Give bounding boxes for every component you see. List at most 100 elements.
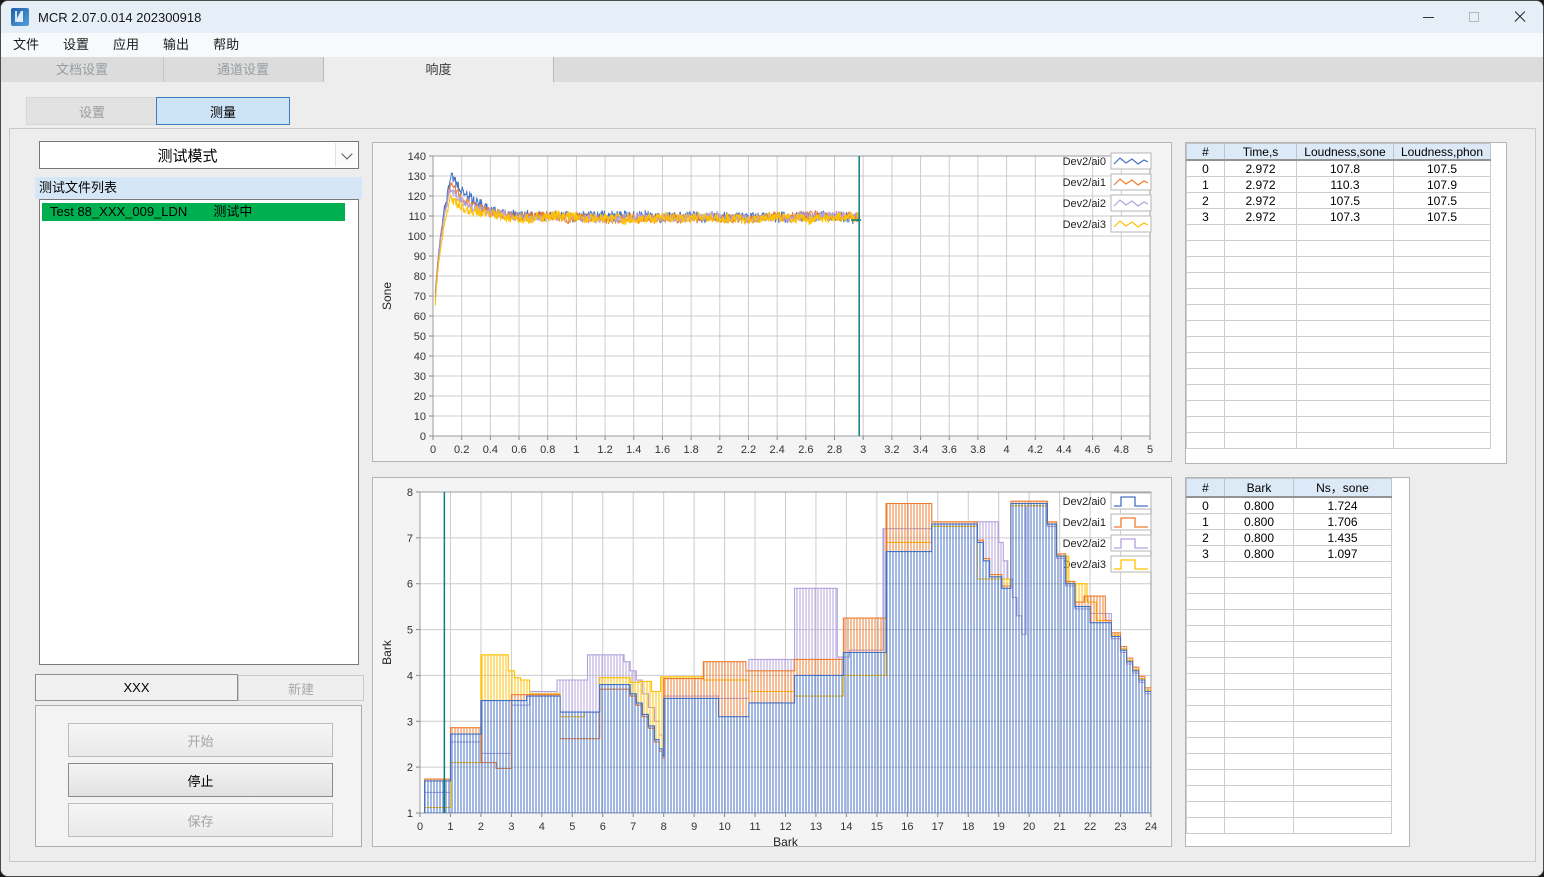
new-button[interactable]: 新建 xyxy=(238,675,364,701)
table-cell xyxy=(1186,336,1225,353)
table-row[interactable] xyxy=(1186,577,1409,594)
table-row[interactable] xyxy=(1186,336,1506,353)
table-row[interactable] xyxy=(1186,304,1506,321)
table-row[interactable] xyxy=(1186,288,1506,305)
table-row[interactable] xyxy=(1186,416,1506,433)
table-row[interactable] xyxy=(1186,224,1506,241)
table-row[interactable] xyxy=(1186,561,1409,578)
column-header: Bark xyxy=(1224,478,1294,498)
table-row[interactable] xyxy=(1186,769,1409,786)
minimize-button[interactable] xyxy=(1405,1,1451,33)
table-cell xyxy=(1186,432,1225,449)
table-row[interactable] xyxy=(1186,272,1506,289)
table-cell xyxy=(1186,320,1225,337)
menu-item-settings[interactable]: 设置 xyxy=(51,33,101,57)
column-header: Loudness,sone xyxy=(1296,143,1394,161)
svg-text:2: 2 xyxy=(407,762,413,774)
table-cell xyxy=(1186,689,1225,706)
table-cell: 1 xyxy=(1186,513,1225,530)
tab-channel-settings[interactable]: 通道设置 xyxy=(163,57,323,82)
table-row[interactable] xyxy=(1186,609,1409,626)
table-row[interactable]: 2 2.972 107.5 107.5 xyxy=(1186,192,1506,209)
gutter xyxy=(1391,657,1409,674)
svg-text:100: 100 xyxy=(408,231,426,243)
window-controls xyxy=(1405,1,1543,33)
tab-document-settings[interactable]: 文档设置 xyxy=(1,57,164,82)
menu-item-apply[interactable]: 应用 xyxy=(101,33,151,57)
table-cell xyxy=(1186,593,1225,610)
table-row[interactable] xyxy=(1186,256,1506,273)
xxx-button[interactable]: XXX xyxy=(35,674,238,701)
loudness-time-chart[interactable]: 0 0.2 0.4 0.6 0.8 1 1.2 1.4 1.6 1.8 2 2.2 2.4 2.6 2.8 3… xyxy=(373,143,1171,472)
table-row[interactable] xyxy=(1186,432,1506,449)
table-row[interactable] xyxy=(1186,801,1409,818)
save-button[interactable]: 保存 xyxy=(68,803,333,837)
table-row[interactable] xyxy=(1186,753,1409,770)
column-header: Loudness,phon xyxy=(1393,143,1491,161)
table-cell xyxy=(1224,753,1294,770)
menu-item-file[interactable]: 文件 xyxy=(1,33,51,57)
maximize-button[interactable] xyxy=(1451,1,1497,33)
table-row[interactable]: 1 0.800 1.706 xyxy=(1186,513,1409,530)
table-cell xyxy=(1186,304,1225,321)
table-row[interactable] xyxy=(1186,320,1506,337)
table-row[interactable] xyxy=(1186,657,1409,674)
table-cell xyxy=(1186,737,1225,754)
stop-button[interactable]: 停止 xyxy=(68,763,333,797)
table-cell xyxy=(1393,368,1491,385)
table-row[interactable] xyxy=(1186,817,1409,834)
svg-text:12: 12 xyxy=(779,821,791,833)
legend-label: Dev2/ai2 xyxy=(1063,198,1106,210)
svg-text:60: 60 xyxy=(414,311,426,323)
table-row[interactable] xyxy=(1186,785,1409,802)
table-row[interactable] xyxy=(1186,673,1409,690)
table-row[interactable] xyxy=(1186,593,1409,610)
table-row[interactable]: 3 2.972 107.3 107.5 xyxy=(1186,208,1506,225)
gutter xyxy=(1391,673,1409,690)
table-row[interactable] xyxy=(1186,737,1409,754)
gutter xyxy=(1391,545,1409,562)
table-cell xyxy=(1293,689,1392,706)
table-row[interactable]: 1 2.972 110.3 107.9 xyxy=(1186,176,1506,193)
table-row[interactable] xyxy=(1186,240,1506,257)
gutter xyxy=(1490,368,1506,385)
table-cell xyxy=(1186,609,1225,626)
table-cell: 0.800 xyxy=(1224,513,1294,530)
menu-item-help[interactable]: 帮助 xyxy=(201,33,251,57)
file-list-item[interactable]: Test 88_XXX_009_LDN 测试中 xyxy=(42,203,345,221)
table-row[interactable] xyxy=(1186,721,1409,738)
menu-item-output[interactable]: 输出 xyxy=(151,33,201,57)
table-row[interactable] xyxy=(1186,384,1506,401)
table-row[interactable]: 2 0.800 1.435 xyxy=(1186,529,1409,546)
start-button[interactable]: 开始 xyxy=(68,723,333,757)
close-button[interactable] xyxy=(1497,1,1543,33)
table-row[interactable] xyxy=(1186,368,1506,385)
tab-loudness[interactable]: 响度 xyxy=(323,57,554,82)
table-row[interactable] xyxy=(1186,400,1506,417)
view-settings-button[interactable]: 设置 xyxy=(26,97,158,125)
file-list[interactable]: Test 88_XXX_009_LDN 测试中 xyxy=(39,199,359,665)
combo-dropdown-button[interactable] xyxy=(335,143,357,167)
table-row[interactable] xyxy=(1186,705,1409,722)
table-cell xyxy=(1186,400,1225,417)
table-cell xyxy=(1186,272,1225,289)
table-cell: 2.972 xyxy=(1224,176,1297,193)
table-row[interactable]: 0 2.972 107.8 107.5 xyxy=(1186,159,1506,177)
table-row[interactable] xyxy=(1186,625,1409,642)
table-row[interactable] xyxy=(1186,689,1409,706)
legend-label: Dev2/ai1 xyxy=(1063,177,1106,189)
svg-text:0.2: 0.2 xyxy=(454,444,469,456)
table-row[interactable] xyxy=(1186,641,1409,658)
table-row[interactable]: 0 0.800 1.724 xyxy=(1186,496,1409,514)
table-row[interactable]: 3 0.800 1.097 xyxy=(1186,545,1409,562)
table-header-row: # Bark Ns，sone xyxy=(1186,478,1409,498)
table-cell xyxy=(1224,593,1294,610)
test-mode-select[interactable]: 测试模式 xyxy=(39,141,359,169)
table-row[interactable] xyxy=(1186,352,1506,369)
table-cell xyxy=(1393,224,1491,241)
table-cell xyxy=(1186,224,1225,241)
specific-loudness-bark-chart[interactable]: 0 1 2 3 4 5 6 7 8 9 10 11 12 13 14 15 16 17 18 19 20 21 22 23 24… xyxy=(373,478,1171,849)
svg-text:2.6: 2.6 xyxy=(798,444,813,456)
view-measure-button[interactable]: 测量 xyxy=(156,97,290,125)
table-cell xyxy=(1186,657,1225,674)
